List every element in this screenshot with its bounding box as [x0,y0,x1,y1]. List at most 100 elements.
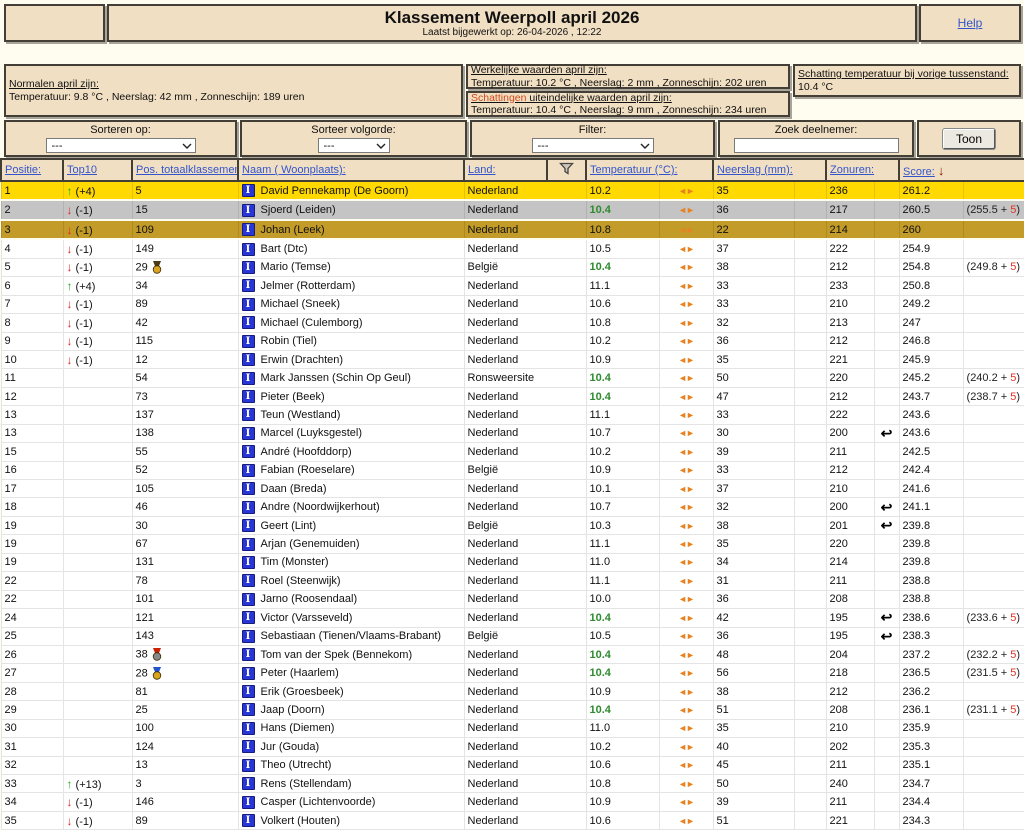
cell-precipitation: 50 [713,369,794,387]
search-input[interactable] [734,138,899,153]
participant-info-icon[interactable]: I [242,316,255,329]
participant-info-icon[interactable]: I [242,243,255,256]
cell-top10-change [63,645,132,663]
participant-info-icon[interactable]: I [242,759,255,772]
participant-info-icon[interactable]: I [242,740,255,753]
participant-info-icon[interactable]: I [242,372,255,385]
participant-info-icon[interactable]: I [242,445,255,458]
cell-score-bonus [963,277,1024,295]
cell-sun-flag [874,535,899,553]
cell-country: Nederland [464,535,586,553]
participant-info-icon[interactable]: I [242,427,255,440]
participant-info-icon[interactable]: I [242,223,255,236]
participant-info-icon[interactable]: I [242,482,255,495]
cell-sun-flag [874,645,899,663]
left-right-arrows-icon: ◄► [678,521,694,531]
participant-info-icon[interactable]: I [242,298,255,311]
cell-score: 254.8 [899,258,963,276]
cell-sun-flag [874,406,899,424]
header-spacer [4,4,105,42]
participant-name: Hans (Diemen) [261,722,335,734]
column-header-land[interactable]: Land: [468,164,496,176]
cell-position: 13 [1,424,63,442]
cell-temp-trend: ◄► [659,239,713,258]
cell-top10-change [63,406,132,424]
cell-temperature: 10.9 [586,682,659,700]
cell-temperature: 10.4 [586,609,659,627]
sort-by-select[interactable]: --- [46,138,196,153]
participant-info-icon[interactable]: I [242,777,255,790]
cell-country: Nederland [464,719,586,737]
cell-top10-change [63,756,132,774]
left-right-arrows-icon: ◄► [678,631,694,641]
participant-info-icon[interactable]: I [242,519,255,532]
cell-sun-hours: 210 [826,480,874,498]
column-header-score[interactable]: Score: [903,166,935,178]
participant-info-icon[interactable]: I [242,796,255,809]
filter-select[interactable]: --- [532,138,654,153]
participant-info-icon[interactable]: I [242,335,255,348]
score-bonus: (232.2 + 5) [967,649,1021,661]
participant-info-icon[interactable]: I [242,685,255,698]
table-row: 13137ITeun (Westland)Nederland11.1◄►3322… [1,406,1024,424]
cell-score-bonus [963,811,1024,829]
participant-name: Pieter (Beek) [261,391,325,403]
column-header-temperatuur[interactable]: Temperatuur (°C): [590,164,678,176]
column-header-top10[interactable]: Top10 [67,164,97,176]
sort-order-select[interactable]: --- [318,138,390,153]
cell-overall-position: 46 [132,498,238,516]
rank-down-icon: ↓ [67,223,73,237]
actual-values: Temperatuur: 10.2 °C , Neerslag: 2 mm , … [471,77,785,90]
participant-info-icon[interactable]: I [242,556,255,569]
cell-score-bonus [963,443,1024,461]
cell-overall-position: 73 [132,387,238,405]
participant-name: André (Hoofddorp) [261,446,352,458]
cell-country: Nederland [464,314,586,332]
participant-info-icon[interactable]: I [242,648,255,661]
filter-funnel-icon[interactable] [559,162,574,175]
participant-info-icon[interactable]: I [242,390,255,403]
participant-info-icon[interactable]: I [242,703,255,716]
participant-info-icon[interactable]: I [242,814,255,827]
help-link[interactable]: Help [958,16,983,30]
cell-sun-hours: 217 [826,200,874,219]
column-header-naam[interactable]: Naam ( Woonplaats): [242,164,346,176]
cell-score: 238.8 [899,572,963,590]
participant-info-icon[interactable]: I [242,538,255,551]
participant-info-icon[interactable]: I [242,593,255,606]
cell-position: 16 [1,461,63,479]
participant-info-icon[interactable]: I [242,464,255,477]
cell-overall-position: 34 [132,277,238,295]
participant-info-icon[interactable]: I [242,353,255,366]
cell-top10-change: ↓ (-1) [63,258,132,276]
participant-name: Mario (Temse) [261,261,331,273]
cell-top10-change: ↓ (-1) [63,200,132,219]
cell-overall-position: 81 [132,682,238,700]
participant-info-icon[interactable]: I [242,408,255,421]
participant-info-icon[interactable]: I [242,574,255,587]
column-header-positie[interactable]: Positie: [5,164,41,176]
cell-sun-hours: 200 [826,424,874,442]
column-header-totaalklassement[interactable]: Pos. totaalklassement: [136,164,238,176]
participant-info-icon[interactable]: I [242,204,255,217]
participant-info-icon[interactable]: I [242,261,255,274]
cell-overall-position: 131 [132,553,238,571]
cell-country: Nederland [464,701,586,719]
participant-info-icon[interactable]: I [242,722,255,735]
column-header-neerslag[interactable]: Neerslag (mm): [717,164,793,176]
participant-info-icon[interactable]: I [242,184,255,197]
column-header-zonuren[interactable]: Zonuren: [830,164,874,176]
show-button[interactable]: Toon [943,129,995,149]
left-right-arrows-icon: ◄► [678,705,694,715]
participant-info-icon[interactable]: I [242,611,255,624]
participant-info-icon[interactable]: I [242,279,255,292]
cell-sun-flag: ↩ [874,498,899,516]
cell-temp-trend: ◄► [659,200,713,219]
participant-info-icon[interactable]: I [242,630,255,643]
participant-info-icon[interactable]: I [242,667,255,680]
cell-name: IErwin (Drachten) [238,350,464,368]
cell-score-bonus: (240.2 + 5) [963,369,1024,387]
cell-precipitation: 32 [713,314,794,332]
participant-info-icon[interactable]: I [242,501,255,514]
left-right-arrows-icon: ◄► [678,428,694,438]
